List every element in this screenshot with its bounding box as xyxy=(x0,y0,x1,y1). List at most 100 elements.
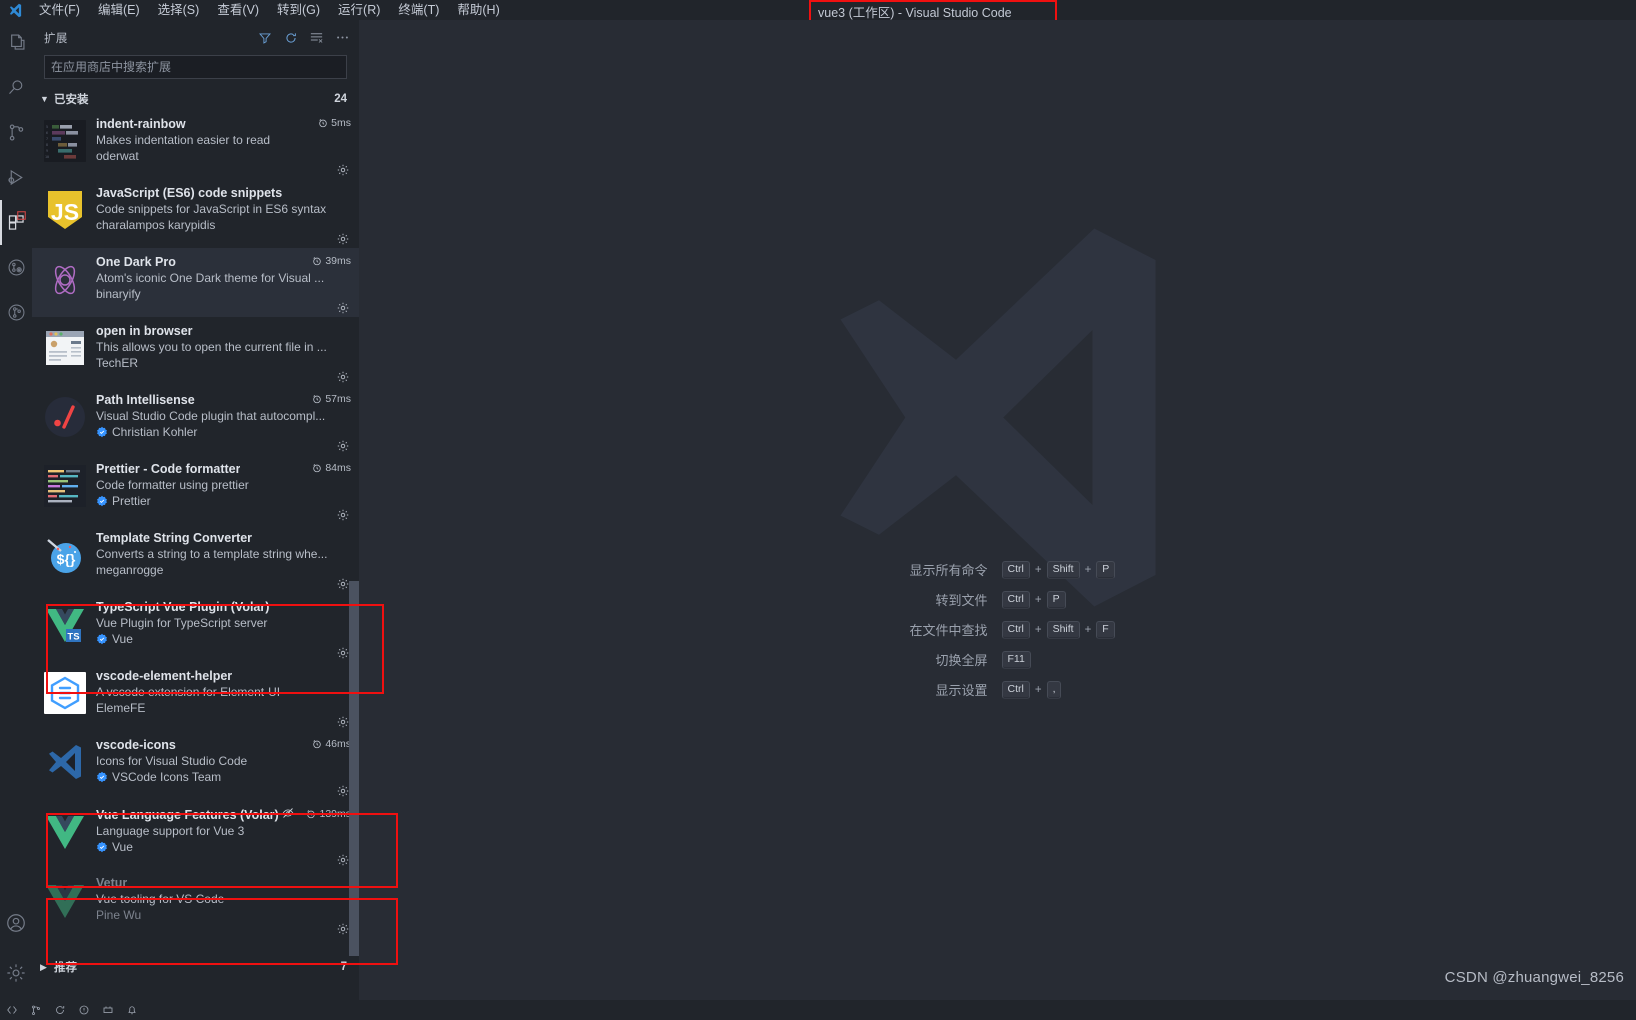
accounts-icon[interactable] xyxy=(0,900,32,945)
extension-description: Visual Studio Code plugin that autocompl… xyxy=(96,409,326,423)
list-item[interactable]: JS JavaScript (ES6) code snippets Code s… xyxy=(32,179,359,248)
list-item[interactable]: Vue Language Features (Volar) 139ms Lang… xyxy=(32,800,359,869)
list-item[interactable]: open in browser This allows you to open … xyxy=(32,317,359,386)
sidebar-scrollbar-track[interactable] xyxy=(349,106,359,1000)
publisher-name: charalampos karypidis xyxy=(96,218,216,232)
test-explorer-icon[interactable] xyxy=(0,245,32,290)
publisher-name: binaryify xyxy=(96,287,141,301)
list-item[interactable]: One Dark Pro 39ms Atom's iconic One Dark… xyxy=(32,248,359,317)
publisher-name: Prettier xyxy=(112,494,151,508)
installed-section-count: 24 xyxy=(334,93,347,105)
publisher-name: VSCode Icons Team xyxy=(112,770,222,784)
menu-file[interactable]: 文件(F) xyxy=(30,0,89,20)
extension-description: Code snippets for JavaScript in ES6 synt… xyxy=(96,202,327,216)
list-item[interactable]: ${} Template String Converter Converts a… xyxy=(32,524,359,593)
key-plus: + xyxy=(1034,683,1042,696)
extension-name: One Dark Pro xyxy=(96,255,176,269)
extension-name: Vue Language Features (Volar) xyxy=(96,808,279,822)
list-item-body: TypeScript Vue Plugin (Volar) Vue Plugin… xyxy=(96,600,351,662)
status-bar xyxy=(0,1000,1636,1020)
menu-terminal[interactable]: 终端(T) xyxy=(389,0,448,20)
key-cap: Ctrl xyxy=(1001,560,1030,579)
extension-publisher: Prettier xyxy=(96,494,151,508)
list-item[interactable]: Path Intellisense 57ms Visual Studio Cod… xyxy=(32,386,359,455)
extension-list: 567 8 9 10 indent-rainbow 5ms Makes inde… xyxy=(32,110,359,938)
list-item[interactable]: Vetur Vue tooling for VS Code Pine Wu xyxy=(32,869,359,938)
ports[interactable] xyxy=(102,1004,114,1016)
list-item-body: Prettier - Code formatter 84ms Code form… xyxy=(96,462,351,524)
extension-publisher: binaryify xyxy=(96,287,141,301)
installed-section-header[interactable]: ▼ 已安装 24 xyxy=(32,88,359,110)
extension-name: Vetur xyxy=(96,876,128,890)
git-graph-icon[interactable] xyxy=(0,290,32,335)
list-item[interactable]: vscode-element-helper A vscode extension… xyxy=(32,662,359,731)
activation-time: 139ms xyxy=(300,808,351,820)
sync-status[interactable] xyxy=(54,1004,66,1016)
key-plus: + xyxy=(1034,563,1042,576)
list-item[interactable]: TS TypeScript Vue Plugin (Volar) Vue Plu… xyxy=(32,593,359,662)
menu-help[interactable]: 帮助(H) xyxy=(448,0,508,20)
publisher-name: meganrogge xyxy=(96,563,164,577)
extension-description: Makes indentation easier to read xyxy=(96,133,271,147)
notifications[interactable] xyxy=(126,1004,138,1016)
shortcut-row-toggle-fullscreen: 切换全屏 F11 xyxy=(788,650,1208,669)
recommended-section-header[interactable]: ▶ 推荐 7 xyxy=(32,956,359,978)
shortcut-keys: Ctrl + Shift + P xyxy=(1001,560,1208,579)
editor-area: 显示所有命令 Ctrl + Shift + P 转到文件 Ctrl + P 在文 xyxy=(359,20,1636,1000)
source-control-icon[interactable] xyxy=(0,110,32,155)
one-dark-pro-icon xyxy=(44,258,86,300)
recommended-section-count: 7 xyxy=(340,961,347,973)
list-item-body: One Dark Pro 39ms Atom's iconic One Dark… xyxy=(96,255,351,317)
explorer-icon[interactable] xyxy=(0,20,32,65)
sidebar-scrollbar-thumb[interactable] xyxy=(349,581,359,976)
key-cap: , xyxy=(1046,680,1062,699)
refresh-icon[interactable] xyxy=(282,29,299,46)
extension-name: TypeScript Vue Plugin (Volar) xyxy=(96,600,270,614)
menu-view[interactable]: 查看(V) xyxy=(208,0,268,20)
shortcut-label: 切换全屏 xyxy=(935,653,988,668)
search-icon[interactable] xyxy=(0,65,32,110)
shortcut-row-show-settings: 显示设置 Ctrl + , xyxy=(788,680,1208,699)
publisher-name: TechER xyxy=(96,356,139,370)
remote-indicator[interactable] xyxy=(6,1004,18,1016)
sidebar-title: 扩展 xyxy=(44,32,68,45)
extension-description: Language support for Vue 3 xyxy=(96,824,245,838)
extension-description: Vue Plugin for TypeScript server xyxy=(96,616,268,630)
svg-text:7: 7 xyxy=(46,137,48,141)
extension-publisher: Vue xyxy=(96,840,133,854)
activation-time-value: 84ms xyxy=(325,462,351,474)
key-cap: Shift xyxy=(1046,620,1080,639)
key-plus: + xyxy=(1084,563,1092,576)
menu-selection[interactable]: 选择(S) xyxy=(149,0,209,20)
svg-text:10: 10 xyxy=(45,155,49,159)
list-item-body: open in browser This allows you to open … xyxy=(96,324,351,386)
clear-list-icon[interactable] xyxy=(308,29,325,46)
list-item-body: JavaScript (ES6) code snippets Code snip… xyxy=(96,186,351,248)
verified-badge-icon xyxy=(96,771,108,783)
menu-edit[interactable]: 编辑(E) xyxy=(89,0,149,20)
list-item-body: indent-rainbow 5ms Makes indentation eas… xyxy=(96,117,351,179)
vscode-element-helper-icon xyxy=(44,672,86,714)
list-item[interactable]: Prettier - Code formatter 84ms Code form… xyxy=(32,455,359,524)
extensions-icon[interactable] xyxy=(0,200,32,245)
activation-time-value: 39ms xyxy=(325,255,351,267)
svg-text:6: 6 xyxy=(46,131,48,135)
window-title: vue3 (工作区) - Visual Studio Code xyxy=(818,6,1012,20)
more-actions-icon[interactable] xyxy=(334,29,351,46)
search-input[interactable] xyxy=(44,55,347,79)
extension-publisher: TechER xyxy=(96,356,138,370)
filter-icon[interactable] xyxy=(256,29,273,46)
manage-gear-icon[interactable] xyxy=(0,945,32,1000)
list-item-body: Path Intellisense 57ms Visual Studio Cod… xyxy=(96,393,351,455)
menu-go[interactable]: 转到(G) xyxy=(268,0,329,20)
menu-bar[interactable]: 文件(F) 编辑(E) 选择(S) 查看(V) 转到(G) 运行(R) 终端(T… xyxy=(30,0,509,20)
git-branch[interactable] xyxy=(30,1004,42,1016)
list-item-body: vscode-element-helper A vscode extension… xyxy=(96,669,351,731)
menu-run[interactable]: 运行(R) xyxy=(329,0,389,20)
problems[interactable] xyxy=(78,1004,90,1016)
list-item[interactable]: 567 8 9 10 indent-rainbow 5ms Makes inde… xyxy=(32,110,359,179)
list-item[interactable]: vscode-icons 46ms Icons for Visual Studi… xyxy=(32,731,359,800)
run-debug-icon[interactable] xyxy=(0,155,32,200)
path-intellisense-icon xyxy=(44,396,86,438)
extension-name: open in browser xyxy=(96,324,193,338)
